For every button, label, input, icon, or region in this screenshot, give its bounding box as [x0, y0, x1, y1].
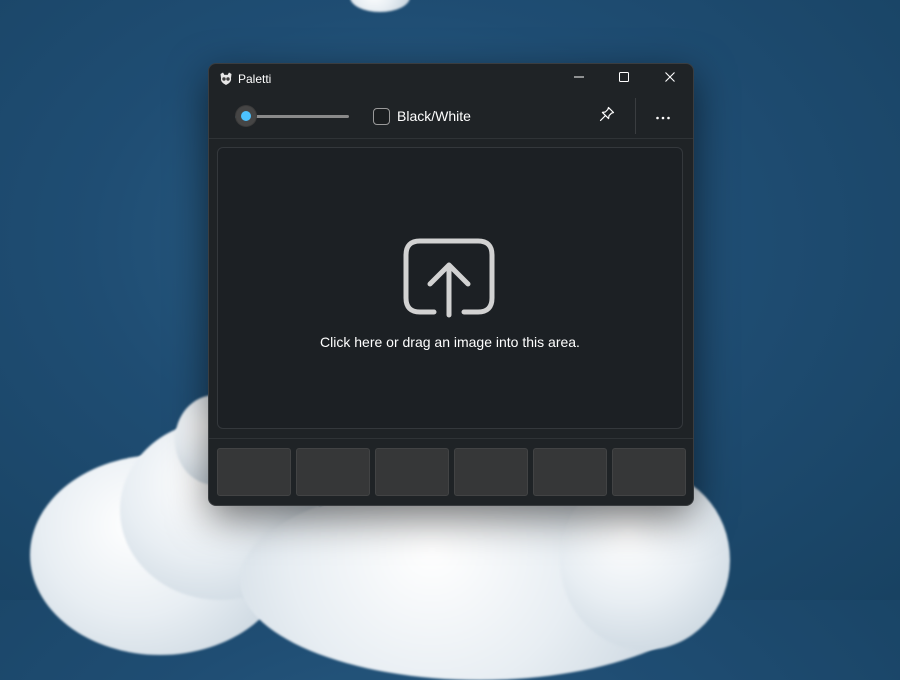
slider-thumb[interactable] — [236, 106, 257, 126]
toolbar-divider — [209, 138, 693, 139]
maximize-icon — [618, 70, 630, 88]
palette-swatch[interactable] — [533, 448, 607, 496]
image-drop-zone[interactable]: Click here or drag an image into this ar… — [217, 147, 683, 429]
window-title: Paletti — [238, 72, 272, 86]
drop-zone-instructions: Click here or drag an image into this ar… — [320, 334, 580, 350]
upload-share-icon — [403, 238, 495, 318]
palette-swatch[interactable] — [296, 448, 370, 496]
maximize-button[interactable] — [601, 64, 646, 94]
pin-icon — [598, 105, 616, 128]
checkbox-label: Black/White — [397, 108, 471, 124]
minimize-button[interactable] — [556, 64, 601, 94]
more-options-button[interactable] — [647, 100, 679, 132]
palette-divider — [209, 438, 693, 439]
minimize-icon — [573, 70, 585, 88]
title-bar[interactable]: Paletti — [209, 64, 693, 94]
palette-swatch[interactable] — [612, 448, 686, 496]
palette-swatch[interactable] — [375, 448, 449, 496]
paletti-window: Paletti Black/White Click here or drag a… — [208, 63, 694, 506]
palette-swatch[interactable] — [454, 448, 528, 496]
wallpaper-cloud — [350, 0, 410, 12]
close-icon — [664, 70, 676, 88]
paletti-cat-icon — [218, 71, 234, 87]
black-white-checkbox[interactable]: Black/White — [373, 106, 471, 126]
toolbar: Black/White — [209, 94, 693, 138]
close-button[interactable] — [647, 64, 692, 94]
checkbox-box[interactable] — [373, 107, 390, 125]
palette-swatches — [217, 448, 686, 496]
pin-button[interactable] — [591, 100, 623, 132]
more-options-icon — [655, 107, 671, 125]
palette-swatch[interactable] — [217, 448, 291, 496]
palette-size-slider[interactable] — [233, 106, 349, 126]
toolbar-separator — [635, 98, 636, 134]
